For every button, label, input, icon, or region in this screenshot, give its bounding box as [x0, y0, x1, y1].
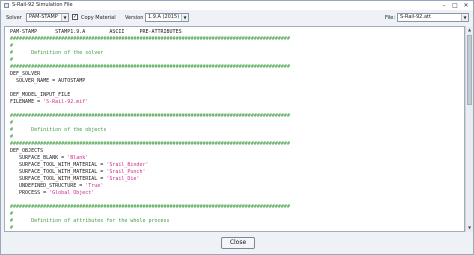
scrollbar-thumb[interactable] — [467, 35, 472, 105]
toolbar: Solver PAM-STAMP ▼ ✓ Copy Material Versi… — [1, 10, 473, 25]
vertical-scrollbar[interactable]: ▲ ▼ — [465, 26, 473, 232]
code-line: DEF_MODEL_INPUT_FILE — [10, 92, 71, 98]
simulation-file-window: S-Rail-92 Simulation File – □ ✕ Solver P… — [0, 0, 474, 255]
minimize-icon[interactable]: – — [439, 1, 449, 10]
scroll-up-icon[interactable]: ▲ — [466, 26, 473, 34]
title-bar: S-Rail-92 Simulation File – □ ✕ — [1, 1, 473, 10]
copy-material-checkbox[interactable]: ✓ — [72, 14, 78, 20]
copy-material-label: Copy Material — [81, 15, 116, 21]
code-line: DEF_OBJECTS — [10, 148, 44, 154]
app-icon — [4, 3, 9, 8]
code-line: DEF_SOLVER — [10, 71, 41, 77]
code-line: # — [10, 57, 14, 63]
file-label: File: — [385, 15, 396, 21]
code-line: SOLVER_NAME = AUTOSTAMP — [10, 78, 86, 84]
code-line: ########################################… — [10, 204, 290, 210]
version-label: Version — [125, 15, 144, 21]
code-line: SURFACE_TOOL_WITH_MATERIAL = 'Srail_Bind… — [10, 162, 149, 168]
code-line: # — [10, 211, 14, 217]
code-line: SURFACE_BLANK = 'Blank' — [10, 155, 89, 161]
code-line: # Definition of the solver — [10, 50, 104, 56]
footer: Close — [1, 232, 473, 254]
code-line: PAM-STAMP STAMP1.9.A ASCII PRE-ATTRIBUTE… — [10, 29, 182, 35]
chevron-down-icon: ▼ — [61, 14, 68, 21]
file-select[interactable]: S-Rail-92.att ▼ — [397, 13, 469, 22]
code-line: # — [10, 134, 14, 140]
code-line: # Definition of attributes for the whole… — [10, 218, 170, 224]
code-line: ########################################… — [10, 141, 290, 147]
code-line: SURFACE_TOOL_WITH_MATERIAL = 'Srail_Punc… — [10, 169, 146, 175]
code-line: ########################################… — [10, 113, 290, 119]
code-line: UNDEFINED_STRUCTURE = 'True' — [10, 183, 104, 189]
code-line: SURFACE_TOOL_WITH_MATERIAL = 'Srail_Die' — [10, 176, 140, 182]
solver-label: Solver — [6, 15, 22, 21]
close-button[interactable]: Close — [221, 237, 255, 249]
scroll-down-icon[interactable]: ▼ — [466, 224, 473, 232]
chevron-down-icon: ▼ — [181, 14, 188, 21]
code-line: # — [10, 120, 14, 126]
solver-select[interactable]: PAM-STAMP ▼ — [26, 13, 69, 22]
code-line: FILENAME = 'S-Rail-92.mif' — [10, 99, 89, 105]
file-value: S-Rail-92.att — [400, 14, 431, 20]
version-select[interactable]: 1.9.A (2015) ▼ — [145, 13, 189, 22]
code-line: ########################################… — [10, 36, 290, 42]
code-line: ########################################… — [10, 64, 290, 70]
code-line: # Definition of the objects — [10, 127, 107, 133]
chevron-down-icon: ▼ — [461, 14, 468, 21]
code-line: # — [10, 225, 14, 231]
solver-value: PAM-STAMP — [29, 14, 58, 20]
code-editor[interactable]: PAM-STAMP STAMP1.9.A ASCII PRE-ATTRIBUTE… — [4, 26, 465, 232]
close-window-icon[interactable]: ✕ — [461, 1, 471, 10]
code-text: PAM-STAMP STAMP1.9.A ASCII PRE-ATTRIBUTE… — [10, 29, 290, 231]
window-title: S-Rail-92 Simulation File — [12, 2, 73, 8]
code-line: # — [10, 43, 14, 49]
code-line: PROCESS = 'Global Object' — [10, 190, 95, 196]
maximize-icon[interactable]: □ — [450, 1, 460, 10]
version-value: 1.9.A (2015) — [148, 14, 180, 20]
